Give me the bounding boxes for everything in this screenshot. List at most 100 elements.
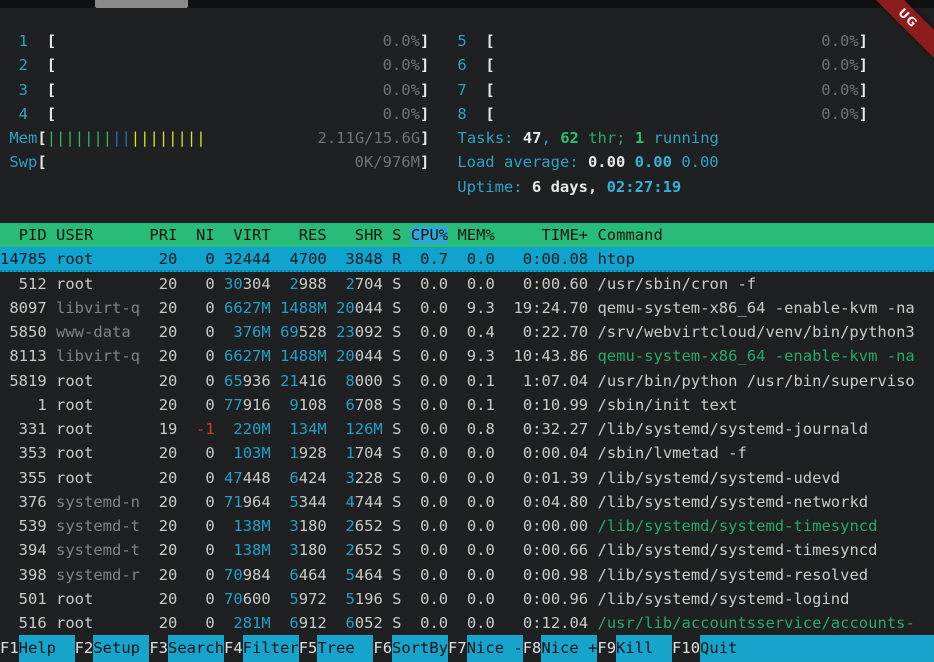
column-header-res[interactable]: RES: [280, 226, 327, 244]
column-header-pri[interactable]: PRI: [149, 226, 177, 244]
text-run: 916: [243, 396, 271, 414]
process-row-512[interactable]: 512 root 20 0 30304 2988 2704 S 0.0 0.0 …: [0, 272, 934, 296]
text-run: [224, 541, 233, 559]
text-run: [140, 469, 149, 487]
text-run: 652: [355, 541, 383, 559]
fn-sortby-button[interactable]: F6SortBy: [373, 635, 448, 662]
fn-tree-button[interactable]: F5Tree: [299, 635, 374, 662]
tasks-count: 47: [523, 129, 542, 147]
process-row-1[interactable]: 1 root 20 0 77916 9108 6708 S 0.0 0.1 0:…: [0, 393, 934, 417]
text-run: [383, 250, 392, 268]
text-run: [588, 469, 597, 487]
fn-filter-button[interactable]: F4Filter: [224, 635, 299, 662]
text-run: [177, 347, 186, 365]
text-run: [625, 153, 634, 171]
running-count: 1: [635, 129, 644, 147]
column-header-virt[interactable]: VIRT: [224, 226, 271, 244]
text-run: [215, 372, 224, 390]
text-run: [271, 444, 280, 462]
column-header-shr[interactable]: SHR: [336, 226, 383, 244]
text-run: [47, 420, 56, 438]
process-row-394[interactable]: 394 systemd-t 20 0 138M 3180 2652 S 0.0 …: [0, 538, 934, 562]
running-label: running: [644, 129, 719, 147]
process-row-501[interactable]: 501 root 20 0 70600 5972 5196 S 0.0 0.0 …: [0, 587, 934, 611]
process-row-353[interactable]: 353 root 20 0 103M 1928 1704 S 0.0 0.0 0…: [0, 441, 934, 465]
cell-mem: 0.0: [457, 590, 494, 608]
process-row-331[interactable]: 331 root 19 -1 220M 134M 126M S 0.0 0.8 …: [0, 417, 934, 441]
text-run: [495, 566, 504, 584]
cpu7-label: 7: [457, 81, 466, 99]
cell-time: 19:24.70: [504, 299, 588, 317]
tasks-label: Tasks:: [458, 129, 523, 147]
text-run: [588, 541, 597, 559]
cell-user: root: [56, 275, 140, 293]
cell-ni: 0: [187, 493, 215, 511]
process-row-376[interactable]: 376 systemd-n 20 0 71964 5344 4744 S 0.0…: [0, 490, 934, 514]
column-header-ni[interactable]: NI: [187, 226, 215, 244]
cell-ni: 0: [187, 250, 215, 268]
text-run: [327, 444, 336, 462]
process-row-8097[interactable]: 8097 libvirt-q 20 0 6627M 1488M 20044 S …: [0, 296, 934, 320]
column-header-cpu[interactable]: CPU%: [411, 226, 448, 244]
fn-nice-button[interactable]: F8Nice +: [523, 635, 598, 662]
process-row-5850[interactable]: 5850 www-data 20 0 376M 69528 23092 S 0.…: [0, 320, 934, 344]
cell-mem: 0.0: [457, 541, 494, 559]
text-run: [327, 493, 336, 511]
process-row-516[interactable]: 516 root 20 0 281M 6912 6052 S 0.0 0.0 0…: [0, 611, 934, 635]
text-run: [0, 81, 19, 99]
cell-user: root: [56, 444, 140, 462]
cell-pri: 20: [149, 444, 177, 462]
mem-bar-green: |: [75, 129, 84, 147]
text-run: [140, 590, 149, 608]
cell-pri: 20: [149, 590, 177, 608]
cell-ni: 0: [187, 566, 215, 584]
mem-bar-green: |: [93, 129, 102, 147]
process-row-398[interactable]: 398 systemd-r 20 0 70984 6464 5464 S 0.0…: [0, 563, 934, 587]
text-run: 138M: [233, 541, 270, 559]
mem-bar-yellow: |: [196, 129, 205, 147]
cell-ni: 0: [187, 444, 215, 462]
text-run: [588, 590, 597, 608]
text-run: 9: [289, 396, 298, 414]
process-row-5819[interactable]: 5819 root 20 0 65936 21416 8000 S 0.0 0.…: [0, 369, 934, 393]
fn-search-button[interactable]: F3Search: [149, 635, 224, 662]
text-run: 1: [345, 444, 354, 462]
mem-bar-green: |: [65, 129, 74, 147]
text-run: 092: [355, 323, 383, 341]
text-run: 424: [299, 469, 327, 487]
fn-setup-button[interactable]: F2Setup: [75, 635, 150, 662]
column-header-user[interactable]: USER: [56, 226, 140, 244]
process-row-539[interactable]: 539 systemd-t 20 0 138M 3180 2652 S 0.0 …: [0, 514, 934, 538]
window-tab-handle[interactable]: [95, 0, 188, 8]
mem-usage-value: 2.11G/15.6G: [206, 129, 421, 147]
meter-close-bracket: ]: [420, 56, 429, 74]
text-run: 600: [243, 590, 271, 608]
text-run: [47, 517, 56, 535]
fn-help-button[interactable]: F1Help: [0, 635, 75, 662]
text-run: [495, 444, 504, 462]
text-run: [383, 517, 392, 535]
text-run: 32444: [224, 250, 271, 268]
cpu7-value: 0.0%: [495, 81, 859, 99]
text-run: [215, 347, 224, 365]
cell-pid: 8097: [0, 299, 47, 317]
cell-mem: 0.0: [457, 566, 494, 584]
text-run: [271, 396, 280, 414]
fn-kill-button[interactable]: F9Kill: [597, 635, 672, 662]
text-run: [177, 517, 186, 535]
process-row-14785[interactable]: 14785 root 20 0 32444 4700 3848 R 0.7 0.…: [0, 247, 934, 271]
column-header-command[interactable]: Command: [597, 226, 662, 244]
text-run: 4: [345, 493, 354, 511]
text-run: [401, 347, 410, 365]
column-header-mem[interactable]: MEM%: [457, 226, 494, 244]
text-run: 984: [243, 566, 271, 584]
text-run: [280, 517, 289, 535]
process-row-355[interactable]: 355 root 20 0 47448 6424 3228 S 0.0 0.0 …: [0, 466, 934, 490]
fn-quit-button[interactable]: F10Quit: [672, 635, 756, 662]
column-header-pid[interactable]: PID: [0, 226, 47, 244]
cpu3-label: 3: [19, 81, 28, 99]
column-header-time[interactable]: TIME+: [504, 226, 588, 244]
fn-nice-button[interactable]: F7Nice -: [448, 635, 523, 662]
cell-command: /lib/systemd/systemd-timesyncd: [598, 541, 878, 559]
process-row-8113[interactable]: 8113 libvirt-q 20 0 6627M 1488M 20044 S …: [0, 344, 934, 368]
